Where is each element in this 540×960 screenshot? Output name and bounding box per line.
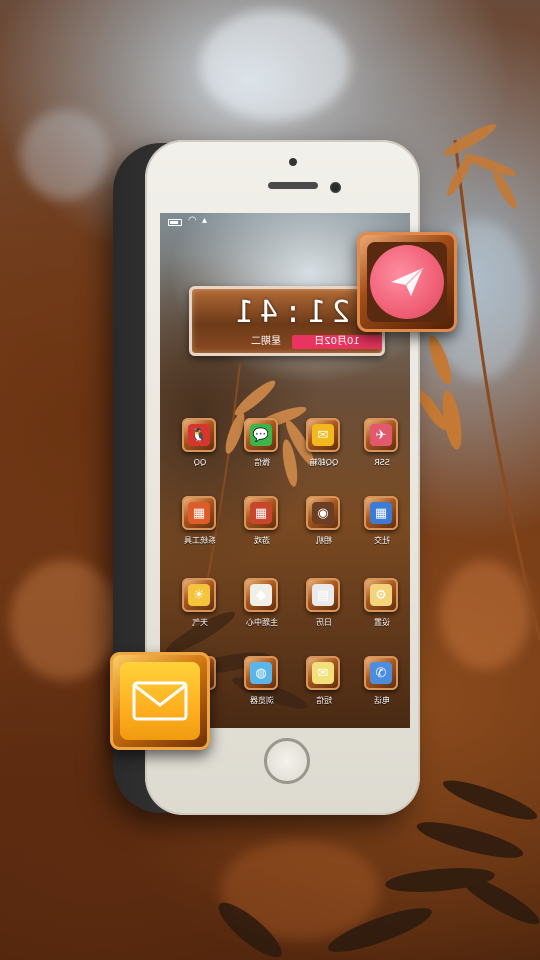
theme-icon: ◆ [250, 584, 272, 606]
clock-weekday: 星期二 [251, 336, 281, 347]
mail-envelope-icon [120, 662, 200, 740]
app-mail[interactable]: ✉ QQ邮箱 [302, 418, 346, 476]
browser-icon: ◍ [250, 662, 272, 684]
tools-folder-icon: ▦ [188, 502, 210, 524]
app-label: SSR [374, 458, 390, 467]
camera-icon: ◉ [312, 502, 334, 524]
app-tile: 🐧 [182, 418, 216, 452]
proximity-sensor [330, 182, 341, 193]
app-theme[interactable]: ◆ 主题中心 [240, 578, 284, 636]
app-wechat[interactable]: 💬 微信 [240, 418, 284, 476]
app-label: 短信 [316, 696, 332, 705]
app-label: 设置 [374, 618, 390, 627]
app-tile: ⚙ [364, 578, 398, 612]
app-calendar[interactable]: ▤ 日历 [302, 578, 346, 636]
clock-date: 10月02日 [314, 336, 360, 347]
app-label: 相机 [316, 536, 332, 545]
app-label: 游戏 [254, 536, 270, 545]
app-tile: ✉ [306, 656, 340, 690]
app-label: 系统工具 [184, 536, 216, 545]
app-tile: ▦ [364, 496, 398, 530]
front-camera [289, 158, 297, 166]
app-settings-gear[interactable]: ⚙ 设置 [360, 578, 404, 636]
app-label: 电话 [374, 696, 390, 705]
settings-gear-icon: ⚙ [370, 584, 392, 606]
social-folder-icon: ▦ [370, 502, 392, 524]
sms-icon: ✉ [312, 662, 334, 684]
wechat-icon: 💬 [250, 424, 272, 446]
app-weather[interactable]: ☀ 天气 [178, 578, 222, 636]
earpiece-speaker [268, 182, 318, 189]
status-bar: ◠ ▴ [160, 213, 410, 229]
weather-icon: ☀ [188, 584, 210, 606]
app-games-folder[interactable]: ▦ 游戏 [240, 496, 284, 554]
games-folder-icon: ▦ [250, 502, 272, 524]
app-tile: ◉ [306, 496, 340, 530]
app-tile: ▦ [182, 496, 216, 530]
rocket-icon: ✈ [370, 424, 392, 446]
app-tile: ✈ [364, 418, 398, 452]
home-button[interactable] [264, 738, 310, 784]
clock-time: 21:41 [229, 295, 351, 330]
app-tile: ▤ [306, 578, 340, 612]
app-tile: ◆ [244, 578, 278, 612]
app-social-folder[interactable]: ▦ 社交 [360, 496, 404, 554]
app-tile: 💬 [244, 418, 278, 452]
calendar-icon: ▤ [312, 584, 334, 606]
app-tile: ▦ [244, 496, 278, 530]
app-label: 日历 [316, 618, 332, 627]
app-tile: ☀ [182, 578, 216, 612]
app-rocket[interactable]: ✈ SSR [360, 418, 404, 476]
floating-mail-cube [110, 652, 210, 750]
app-sms[interactable]: ✉ 短信 [302, 656, 346, 714]
app-phone[interactable]: ✆ 电话 [360, 656, 404, 714]
app-tile: ◍ [244, 656, 278, 690]
app-camera[interactable]: ◉ 相机 [302, 496, 346, 554]
app-label: QQ [193, 458, 207, 467]
signal-icon: ▴ [202, 215, 208, 226]
qq-penguin-icon: 🐧 [188, 424, 210, 446]
battery-icon [168, 219, 182, 226]
phone-icon: ✆ [370, 662, 392, 684]
app-label: 天气 [192, 618, 208, 627]
app-browser[interactable]: ◍ 浏览器 [240, 656, 284, 714]
app-label: 浏览器 [250, 696, 274, 705]
floating-paperplane-cube [357, 232, 457, 332]
app-label: QQ邮箱 [309, 458, 339, 467]
wifi-icon: ◠ [188, 215, 197, 226]
clock-date-bar: 10月02日 [292, 335, 382, 349]
app-label: 主题中心 [246, 618, 278, 627]
paperplane-cube-face [367, 242, 447, 322]
mail-icon: ✉ [312, 424, 334, 446]
paper-plane-icon [370, 245, 444, 319]
clock-widget[interactable]: 21:41 星期二 10月02日 [189, 286, 385, 356]
app-label: 社交 [374, 536, 390, 545]
app-qq-penguin[interactable]: 🐧 QQ [178, 418, 222, 476]
app-label: 微信 [254, 458, 270, 467]
app-tile: ✆ [364, 656, 398, 690]
app-tile: ✉ [306, 418, 340, 452]
app-tools-folder[interactable]: ▦ 系统工具 [178, 496, 222, 554]
